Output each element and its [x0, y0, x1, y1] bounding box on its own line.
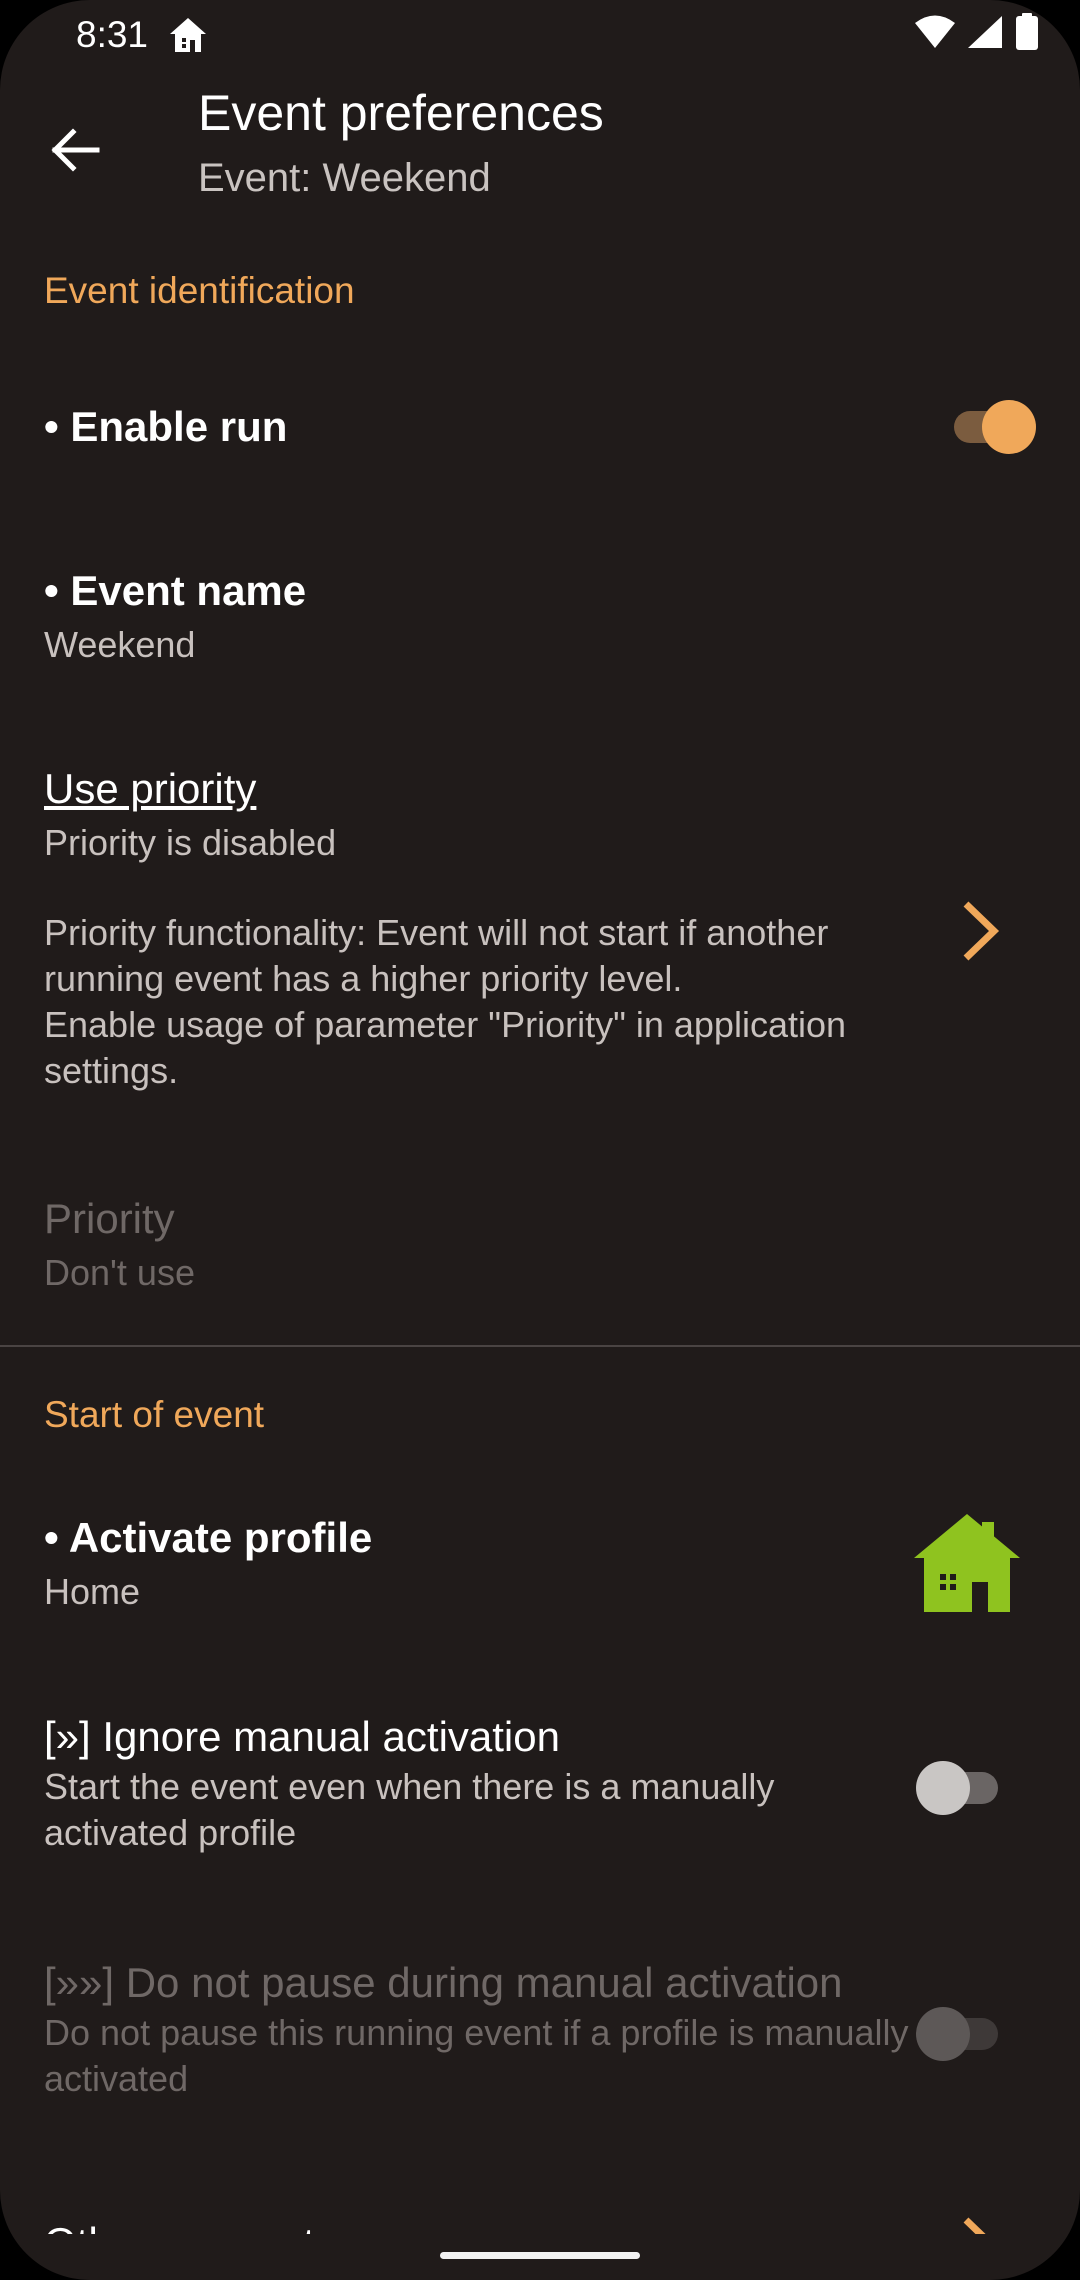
pref-summary: Priority is disabled	[44, 822, 337, 863]
battery-icon	[1014, 12, 1040, 56]
pref-other-parameters[interactable]: Other parameters	[44, 2216, 1036, 2234]
pref-priority: Priority Don't use	[44, 1192, 1036, 1296]
wifi-icon	[914, 14, 956, 55]
pref-summary: Home	[44, 1571, 141, 1612]
screen: 8:31 Event preferences Event: Weekend Ev…	[0, 0, 1080, 2280]
back-button[interactable]	[40, 116, 112, 188]
toggle-thumb	[916, 1761, 970, 1815]
pref-title: [»»] Do not pause during manual activati…	[44, 1959, 843, 2006]
arrow-back-icon	[51, 127, 101, 177]
pref-other-parameters-clip: Other parameters	[0, 2200, 1080, 2234]
toggle-thumb	[916, 2007, 970, 2061]
signal-icon	[966, 14, 1004, 55]
toggle-thumb	[982, 400, 1036, 454]
pref-title: • Activate profile	[44, 1514, 373, 1561]
pref-enable-run[interactable]: • Enable run	[44, 376, 1036, 476]
pref-description: Priority functionality: Event will not s…	[44, 912, 829, 999]
pref-summary: Don't use	[44, 1252, 195, 1293]
pref-use-priority[interactable]: Use priority Priority is disabled Priori…	[44, 762, 950, 1094]
pref-summary: Do not pause this running event if a pro…	[44, 2012, 909, 2099]
pref-title: Priority	[44, 1195, 175, 1242]
section-header-start: Start of event	[44, 1394, 265, 1435]
do-not-pause-toggle	[916, 2003, 1006, 2063]
pref-title: • Event name	[44, 567, 307, 614]
status-icons	[914, 12, 1040, 56]
pref-title: Use priority	[44, 765, 257, 812]
status-time: 8:31	[76, 14, 149, 55]
page-title: Event preferences	[198, 85, 604, 141]
app-bar: Event preferences Event: Weekend	[0, 80, 1080, 230]
pref-summary: Weekend	[44, 624, 196, 665]
pref-title: Other parameters	[44, 2216, 1036, 2234]
pref-event-name[interactable]: • Event name Weekend	[44, 564, 1036, 668]
page-subtitle: Event: Weekend	[198, 156, 491, 200]
enable-run-toggle[interactable]	[946, 396, 1036, 456]
pref-title: • Enable run	[44, 403, 288, 450]
home-profile-icon	[910, 1510, 1024, 1619]
ignore-manual-toggle[interactable]	[916, 1757, 1006, 1817]
pref-activate-profile[interactable]: • Activate profile Home	[44, 1511, 930, 1615]
chevron-right-icon[interactable]	[958, 2216, 1002, 2234]
home-notification-icon	[168, 16, 208, 54]
pref-do-not-pause: [»»] Do not pause during manual activati…	[44, 1956, 920, 2102]
status-bar: 8:31	[0, 0, 1080, 70]
pref-ignore-manual-activation[interactable]: [»] Ignore manual activation Start the e…	[44, 1710, 900, 1856]
section-header-identification: Event identification	[44, 270, 355, 311]
chevron-right-icon[interactable]	[958, 900, 1002, 967]
gesture-nav-handle[interactable]	[440, 2252, 640, 2259]
pref-summary: Start the event even when there is a man…	[44, 1766, 775, 1853]
section-divider	[0, 1345, 1080, 1347]
pref-title: [»] Ignore manual activation	[44, 1713, 560, 1760]
pref-description-2: Enable usage of parameter "Priority" in …	[44, 1004, 847, 1091]
